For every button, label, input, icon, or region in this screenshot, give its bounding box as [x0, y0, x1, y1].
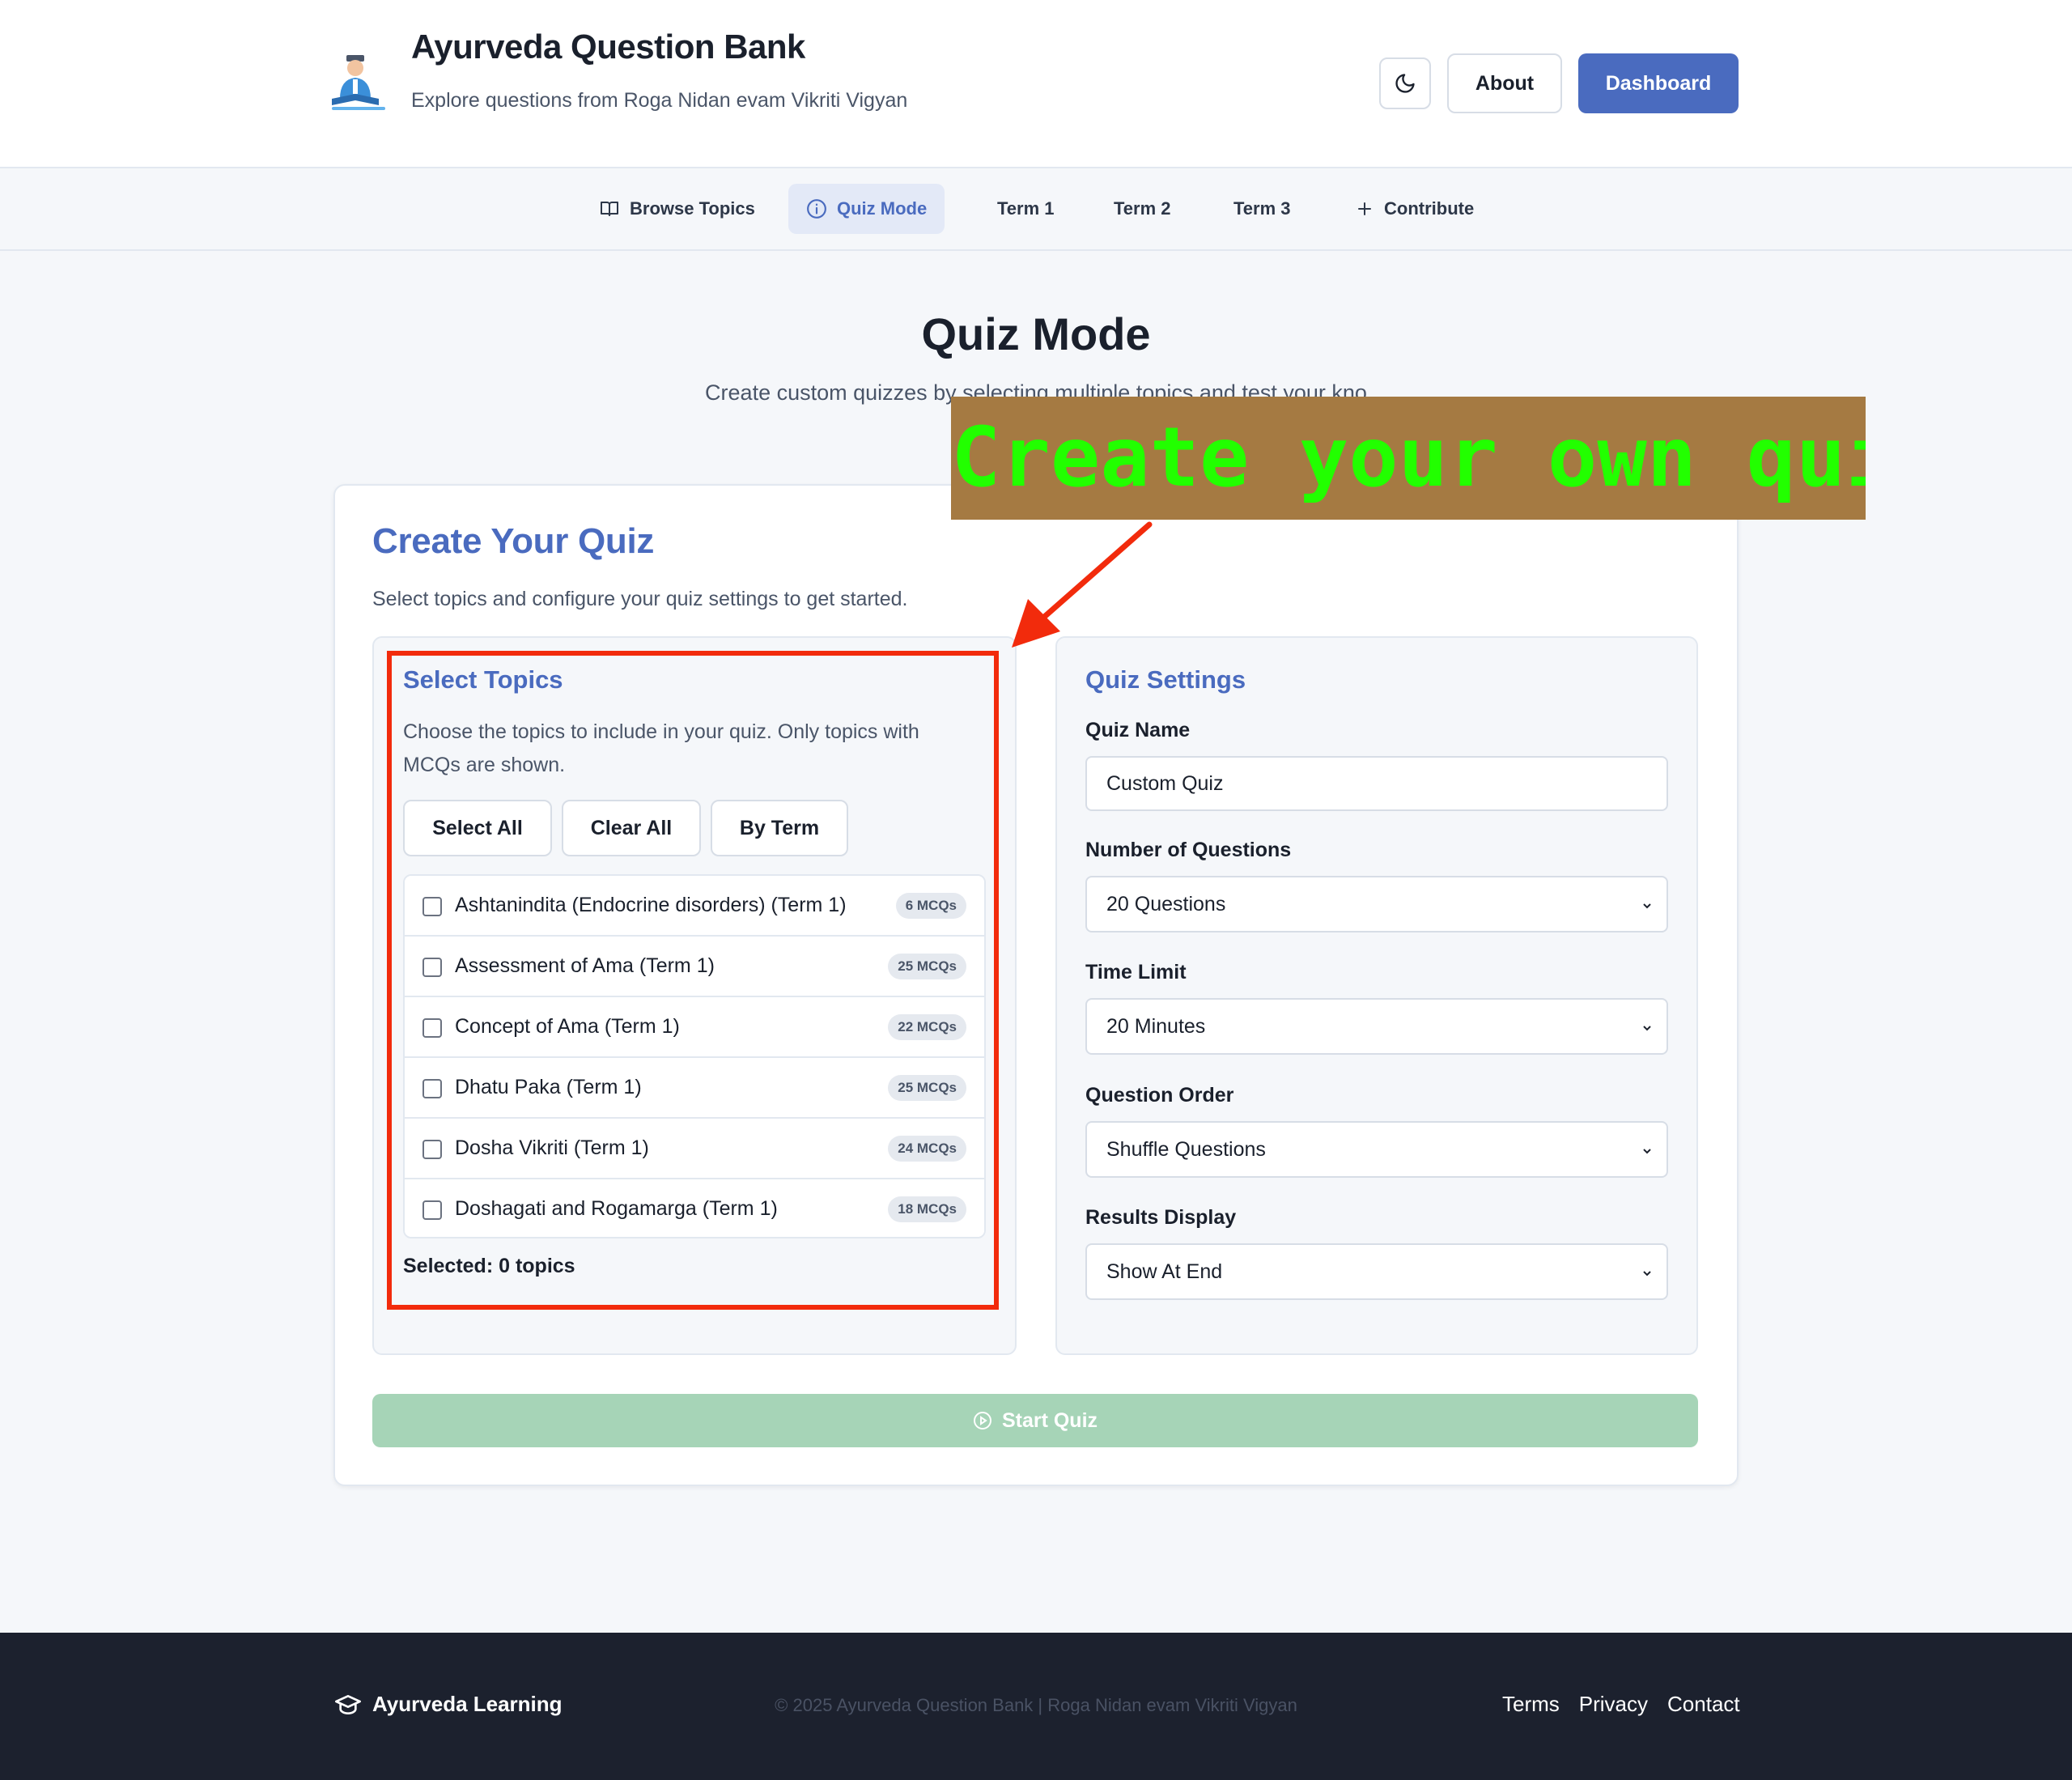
tab-label: Contribute: [1384, 198, 1475, 219]
app-title: Ayurveda Question Bank: [411, 28, 805, 66]
tab-label: Term 2: [1114, 198, 1171, 219]
book-icon: [601, 202, 618, 216]
tab-term-3[interactable]: Term 3: [1216, 184, 1309, 234]
tab-contribute[interactable]: Contribute: [1337, 184, 1492, 234]
time-limit-label: Time Limit: [1085, 961, 1187, 983]
about-button[interactable]: About: [1447, 53, 1562, 113]
quiz-settings-title: Quiz Settings: [1085, 665, 1246, 694]
page-title: Quiz Mode: [921, 308, 1151, 359]
highlight-box: [387, 651, 999, 1310]
tab-label: Quiz Mode: [837, 198, 928, 219]
chevron-down-icon: [1643, 1271, 1651, 1277]
footer-link-contact[interactable]: Contact: [1667, 1692, 1740, 1717]
chevron-down-icon: [1643, 1149, 1651, 1154]
num-questions-value: 20 Questions: [1106, 892, 1226, 915]
tab-label: Term 3: [1233, 198, 1291, 219]
quiz-name-label: Quiz Name: [1085, 719, 1191, 741]
start-quiz-label: Start Quiz: [1001, 1408, 1098, 1432]
chevron-down-icon: [1643, 903, 1651, 909]
question-order-select[interactable]: Shuffle Questions: [1085, 1121, 1668, 1178]
theme-toggle-button[interactable]: [1379, 57, 1431, 109]
footer-links: Terms Privacy Contact: [1502, 1692, 1740, 1717]
app-subtitle: Explore questions from Roga Nidan evam V…: [411, 89, 908, 112]
annotation-callout: Create your own quiz: [951, 397, 1866, 520]
footer-link-privacy[interactable]: Privacy: [1579, 1692, 1648, 1717]
card-description: Select topics and configure your quiz se…: [372, 588, 908, 610]
play-circle-icon: [973, 1412, 991, 1430]
tab-browse-topics[interactable]: Browse Topics: [581, 184, 773, 234]
question-order-value: Shuffle Questions: [1106, 1137, 1266, 1161]
app-logo-icon: [332, 52, 390, 113]
tab-label: Term 1: [997, 198, 1055, 219]
quiz-name-value: Custom Quiz: [1106, 771, 1224, 795]
tab-label: Browse Topics: [630, 198, 755, 219]
info-circle-icon: [807, 199, 826, 219]
tab-quiz-mode[interactable]: Quiz Mode: [788, 184, 945, 234]
time-limit-select[interactable]: 20 Minutes: [1085, 998, 1668, 1055]
footer-copyright: © 2025 Ayurveda Question Bank | Roga Nid…: [775, 1695, 1297, 1715]
plus-icon: [1358, 202, 1371, 215]
tab-term-1[interactable]: Term 1: [979, 184, 1072, 234]
results-display-label: Results Display: [1085, 1206, 1237, 1229]
results-display-select[interactable]: Show At End: [1085, 1243, 1668, 1300]
card-title: Create Your Quiz: [372, 521, 655, 561]
num-questions-label: Number of Questions: [1085, 839, 1292, 861]
main-nav: Browse Topics Quiz Mode Term 1 Term 2 Te…: [0, 170, 2072, 251]
question-order-label: Question Order: [1085, 1084, 1234, 1107]
results-display-value: Show At End: [1106, 1260, 1223, 1283]
moon-icon: [1395, 74, 1415, 93]
footer-link-terms[interactable]: Terms: [1502, 1692, 1560, 1717]
tab-term-2[interactable]: Term 2: [1096, 184, 1189, 234]
num-questions-select[interactable]: 20 Questions: [1085, 876, 1668, 932]
dashboard-button[interactable]: Dashboard: [1578, 53, 1739, 113]
quiz-name-input[interactable]: Custom Quiz: [1085, 756, 1668, 811]
chevron-down-icon: [1643, 1026, 1651, 1031]
annotation-arrow-icon: [1012, 521, 1153, 648]
time-limit-value: 20 Minutes: [1106, 1014, 1206, 1038]
app-header: Ayurveda Question Bank Explore questions…: [0, 0, 2072, 168]
start-quiz-button[interactable]: Start Quiz: [372, 1394, 1698, 1447]
